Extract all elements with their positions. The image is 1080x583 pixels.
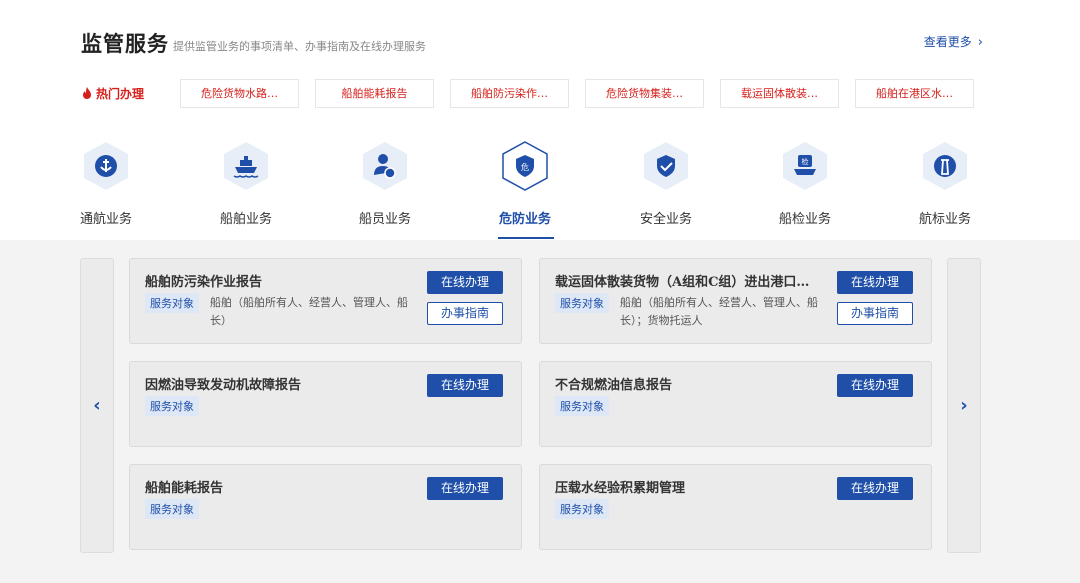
service-title: 压载水经验积累期管理: [555, 481, 686, 496]
svg-text:检: 检: [802, 157, 809, 166]
guide-button[interactable]: 办事指南: [837, 302, 913, 325]
service-card[interactable]: 船舶能耗报告 服务对象 在线办理: [129, 464, 522, 550]
online-apply-button[interactable]: 在线办理: [427, 374, 503, 397]
audience-text: 船舶（船舶所有人、经营人、管理人、船长）；货物托运人: [620, 296, 818, 327]
online-apply-button[interactable]: 在线办理: [427, 271, 503, 294]
chevron-right-icon: ›: [960, 395, 968, 416]
service-card[interactable]: 船舶防污染作业报告 服务对象 船舶（船舶所有人、经营人、管理人、船长） 在线办理…: [129, 258, 522, 344]
prev-page-button[interactable]: ‹: [80, 258, 114, 553]
audience-tag: 服务对象: [555, 499, 609, 519]
audience-tag: 服务对象: [555, 396, 609, 416]
view-more-label: 查看更多: [923, 35, 972, 49]
next-page-button[interactable]: ›: [947, 258, 981, 553]
category-weiFang[interactable]: 危 危防业务: [475, 140, 575, 239]
online-apply-button[interactable]: 在线办理: [837, 477, 913, 500]
category-chuanJian[interactable]: 检 船检业务: [755, 140, 855, 227]
guide-button[interactable]: 办事指南: [427, 302, 503, 325]
hot-tag[interactable]: 载运固体散装…: [720, 79, 839, 108]
service-title: 载运固体散装货物（A组和C组）进出港口…: [555, 275, 810, 290]
service-title: 船舶能耗报告: [145, 481, 224, 496]
category-tongHang[interactable]: 通航业务: [56, 140, 156, 227]
hot-tag[interactable]: 船舶能耗报告: [315, 79, 434, 108]
hot-tag[interactable]: 危险货物集装…: [585, 79, 704, 108]
top-section: 监管服务 提供监管业务的事项清单、办事指南及在线办理服务 查看更多 › 热门办理 …: [0, 0, 1080, 240]
service-card[interactable]: 因燃油导致发动机故障报告 服务对象 在线办理: [129, 361, 522, 447]
service-title: 船舶防污染作业报告: [145, 275, 263, 290]
chevron-right-icon: ›: [977, 35, 983, 50]
service-card[interactable]: 载运固体散装货物（A组和C组）进出港口… 服务对象 船舶（船舶所有人、经营人、管…: [539, 258, 932, 344]
service-title: 因燃油导致发动机故障报告: [145, 378, 302, 393]
online-apply-button[interactable]: 在线办理: [837, 374, 913, 397]
hot-label: 热门办理: [82, 85, 144, 102]
hot-label-text: 热门办理: [96, 87, 145, 101]
audience-tag: 服务对象: [145, 293, 199, 313]
online-apply-button[interactable]: 在线办理: [837, 271, 913, 294]
page-subtitle: 提供监管业务的事项清单、办事指南及在线办理服务: [173, 40, 426, 53]
audience-tag: 服务对象: [145, 396, 199, 416]
category-chuanYuan[interactable]: 船员业务: [335, 140, 435, 227]
audience-tag: 服务对象: [145, 499, 199, 519]
active-underline: [498, 237, 554, 239]
category-label: 安全业务: [639, 212, 692, 227]
category-label: 航标业务: [918, 212, 971, 227]
category-label: 船员业务: [358, 212, 411, 227]
category-anQuan[interactable]: 安全业务: [616, 140, 716, 227]
category-label: 船舶业务: [219, 212, 272, 227]
service-card[interactable]: 压载水经验积累期管理 服务对象 在线办理: [539, 464, 932, 550]
audience-tag: 服务对象: [555, 293, 609, 313]
category-label: 船检业务: [778, 212, 831, 227]
chevron-left-icon: ‹: [93, 395, 101, 416]
category-label: 通航业务: [79, 212, 132, 227]
view-more-link[interactable]: 查看更多 ›: [924, 33, 983, 50]
hot-tag[interactable]: 船舶防污染作…: [450, 79, 569, 108]
online-apply-button[interactable]: 在线办理: [427, 477, 503, 500]
crew-icon: [363, 142, 407, 190]
shield-check-icon: [644, 142, 688, 190]
anchor-icon: [84, 142, 128, 190]
category-label: 危防业务: [498, 212, 551, 227]
audience-text: 船舶（船舶所有人、经营人、管理人、船长）: [210, 296, 408, 327]
category-chuanBo[interactable]: 船舶业务: [196, 140, 296, 227]
service-card[interactable]: 不合规燃油信息报告 服务对象 在线办理: [539, 361, 932, 447]
category-hangBiao[interactable]: 航标业务: [895, 140, 995, 227]
hazard-icon: 危: [502, 141, 548, 191]
svg-text:危: 危: [521, 162, 529, 172]
service-title: 不合规燃油信息报告: [555, 378, 673, 393]
lighthouse-icon: [923, 142, 967, 190]
ship-icon: [224, 142, 268, 190]
hot-tag[interactable]: 船舶在港区水…: [855, 79, 974, 108]
page-title: 监管服务: [81, 31, 169, 56]
flame-icon: [83, 87, 91, 99]
inspection-icon: 检: [783, 142, 827, 190]
hot-tag[interactable]: 危险货物水路…: [180, 79, 299, 108]
